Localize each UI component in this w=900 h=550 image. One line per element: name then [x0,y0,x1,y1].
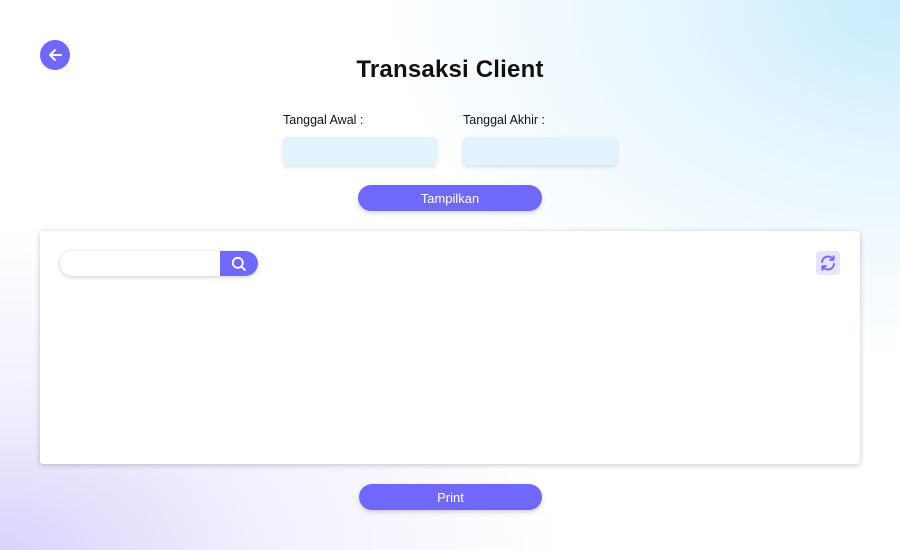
end-date-input[interactable] [463,137,617,165]
search-input[interactable] [60,251,220,276]
start-date-label: Tanggal Awal : [283,113,364,127]
refresh-button[interactable] [816,251,840,275]
print-button[interactable]: Print [359,484,542,510]
search-icon [231,256,247,272]
refresh-icon [819,254,837,272]
end-date-label: Tanggal Akhir : [463,113,545,127]
show-button[interactable]: Tampilkan [358,185,542,211]
page-title: Transaksi Client [356,56,544,83]
start-date-input[interactable] [283,137,437,165]
transaction-table-panel [40,231,860,464]
search-button[interactable] [220,251,258,276]
search-bar [60,251,258,276]
